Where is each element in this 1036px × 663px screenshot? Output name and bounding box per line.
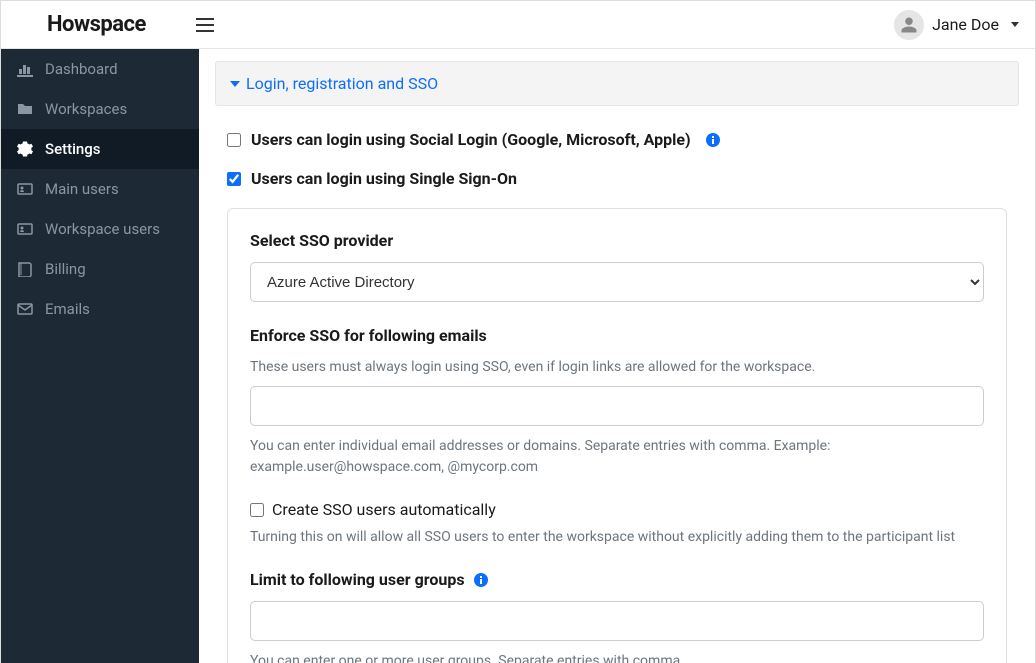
enforce-sso-input[interactable] [250,386,984,426]
chevron-down-icon [230,81,240,87]
chevron-down-icon [1011,22,1019,27]
sidebar-item-label: Workspaces [45,100,127,118]
enforce-sso-label: Enforce SSO for following emails [250,326,984,345]
folder-icon [17,101,33,117]
user-card-icon [17,221,33,237]
limit-groups-input[interactable] [250,601,984,641]
sidebar-item-label: Billing [45,260,86,278]
info-icon[interactable] [473,572,489,588]
gear-icon [17,141,33,157]
sso-provider-label: Select SSO provider [250,231,984,250]
brand-logo: Howspace [47,12,146,37]
enforce-sso-help: These users must always login using SSO,… [250,357,984,378]
top-bar: Howspace Jane Doe [1,1,1035,49]
sso-provider-select[interactable]: Azure Active Directory [250,262,984,302]
social-login-label[interactable]: Users can login using Social Login (Goog… [251,130,691,149]
sidebar-item-main-users[interactable]: Main users [1,169,199,209]
sidebar-item-label: Dashboard [45,60,118,78]
book-icon [17,261,33,277]
auto-create-label[interactable]: Create SSO users automatically [272,500,496,519]
sidebar-item-settings[interactable]: Settings [1,129,199,169]
section-header-login-sso[interactable]: Login, registration and SSO [215,61,1019,106]
sidebar-item-emails[interactable]: Emails [1,289,199,329]
sidebar-item-billing[interactable]: Billing [1,249,199,289]
sidebar-item-workspaces[interactable]: Workspaces [1,89,199,129]
user-menu[interactable]: Jane Doe [894,10,1019,40]
sidebar-item-workspace-users[interactable]: Workspace users [1,209,199,249]
social-login-checkbox[interactable] [227,133,241,147]
sso-login-label[interactable]: Users can login using Single Sign-On [251,169,517,188]
sidebar-item-label: Settings [45,140,101,158]
sidebar-item-label: Workspace users [45,220,160,238]
auto-create-help: Turning this on will allow all SSO users… [250,527,984,548]
limit-groups-label: Limit to following user groups [250,570,984,589]
envelope-icon [17,301,33,317]
sso-panel: Select SSO provider Azure Active Directo… [227,208,1007,663]
sso-login-checkbox[interactable] [227,172,241,186]
sidebar-item-label: Main users [45,180,119,198]
hamburger-menu-icon[interactable] [196,18,214,32]
info-icon[interactable] [705,132,721,148]
avatar-icon [894,10,924,40]
sidebar-item-label: Emails [45,300,90,318]
user-card-icon [17,181,33,197]
chart-icon [17,61,33,77]
sidebar-item-dashboard[interactable]: Dashboard [1,49,199,89]
sidebar: Dashboard Workspaces Settings Main users… [1,49,199,663]
enforce-sso-example: You can enter individual email addresses… [250,436,984,478]
limit-groups-help: You can enter one or more user groups. S… [250,651,984,663]
user-name: Jane Doe [932,15,999,34]
section-title: Login, registration and SSO [246,74,438,93]
auto-create-checkbox[interactable] [250,503,264,517]
main-content: Login, registration and SSO Users can lo… [199,49,1035,663]
